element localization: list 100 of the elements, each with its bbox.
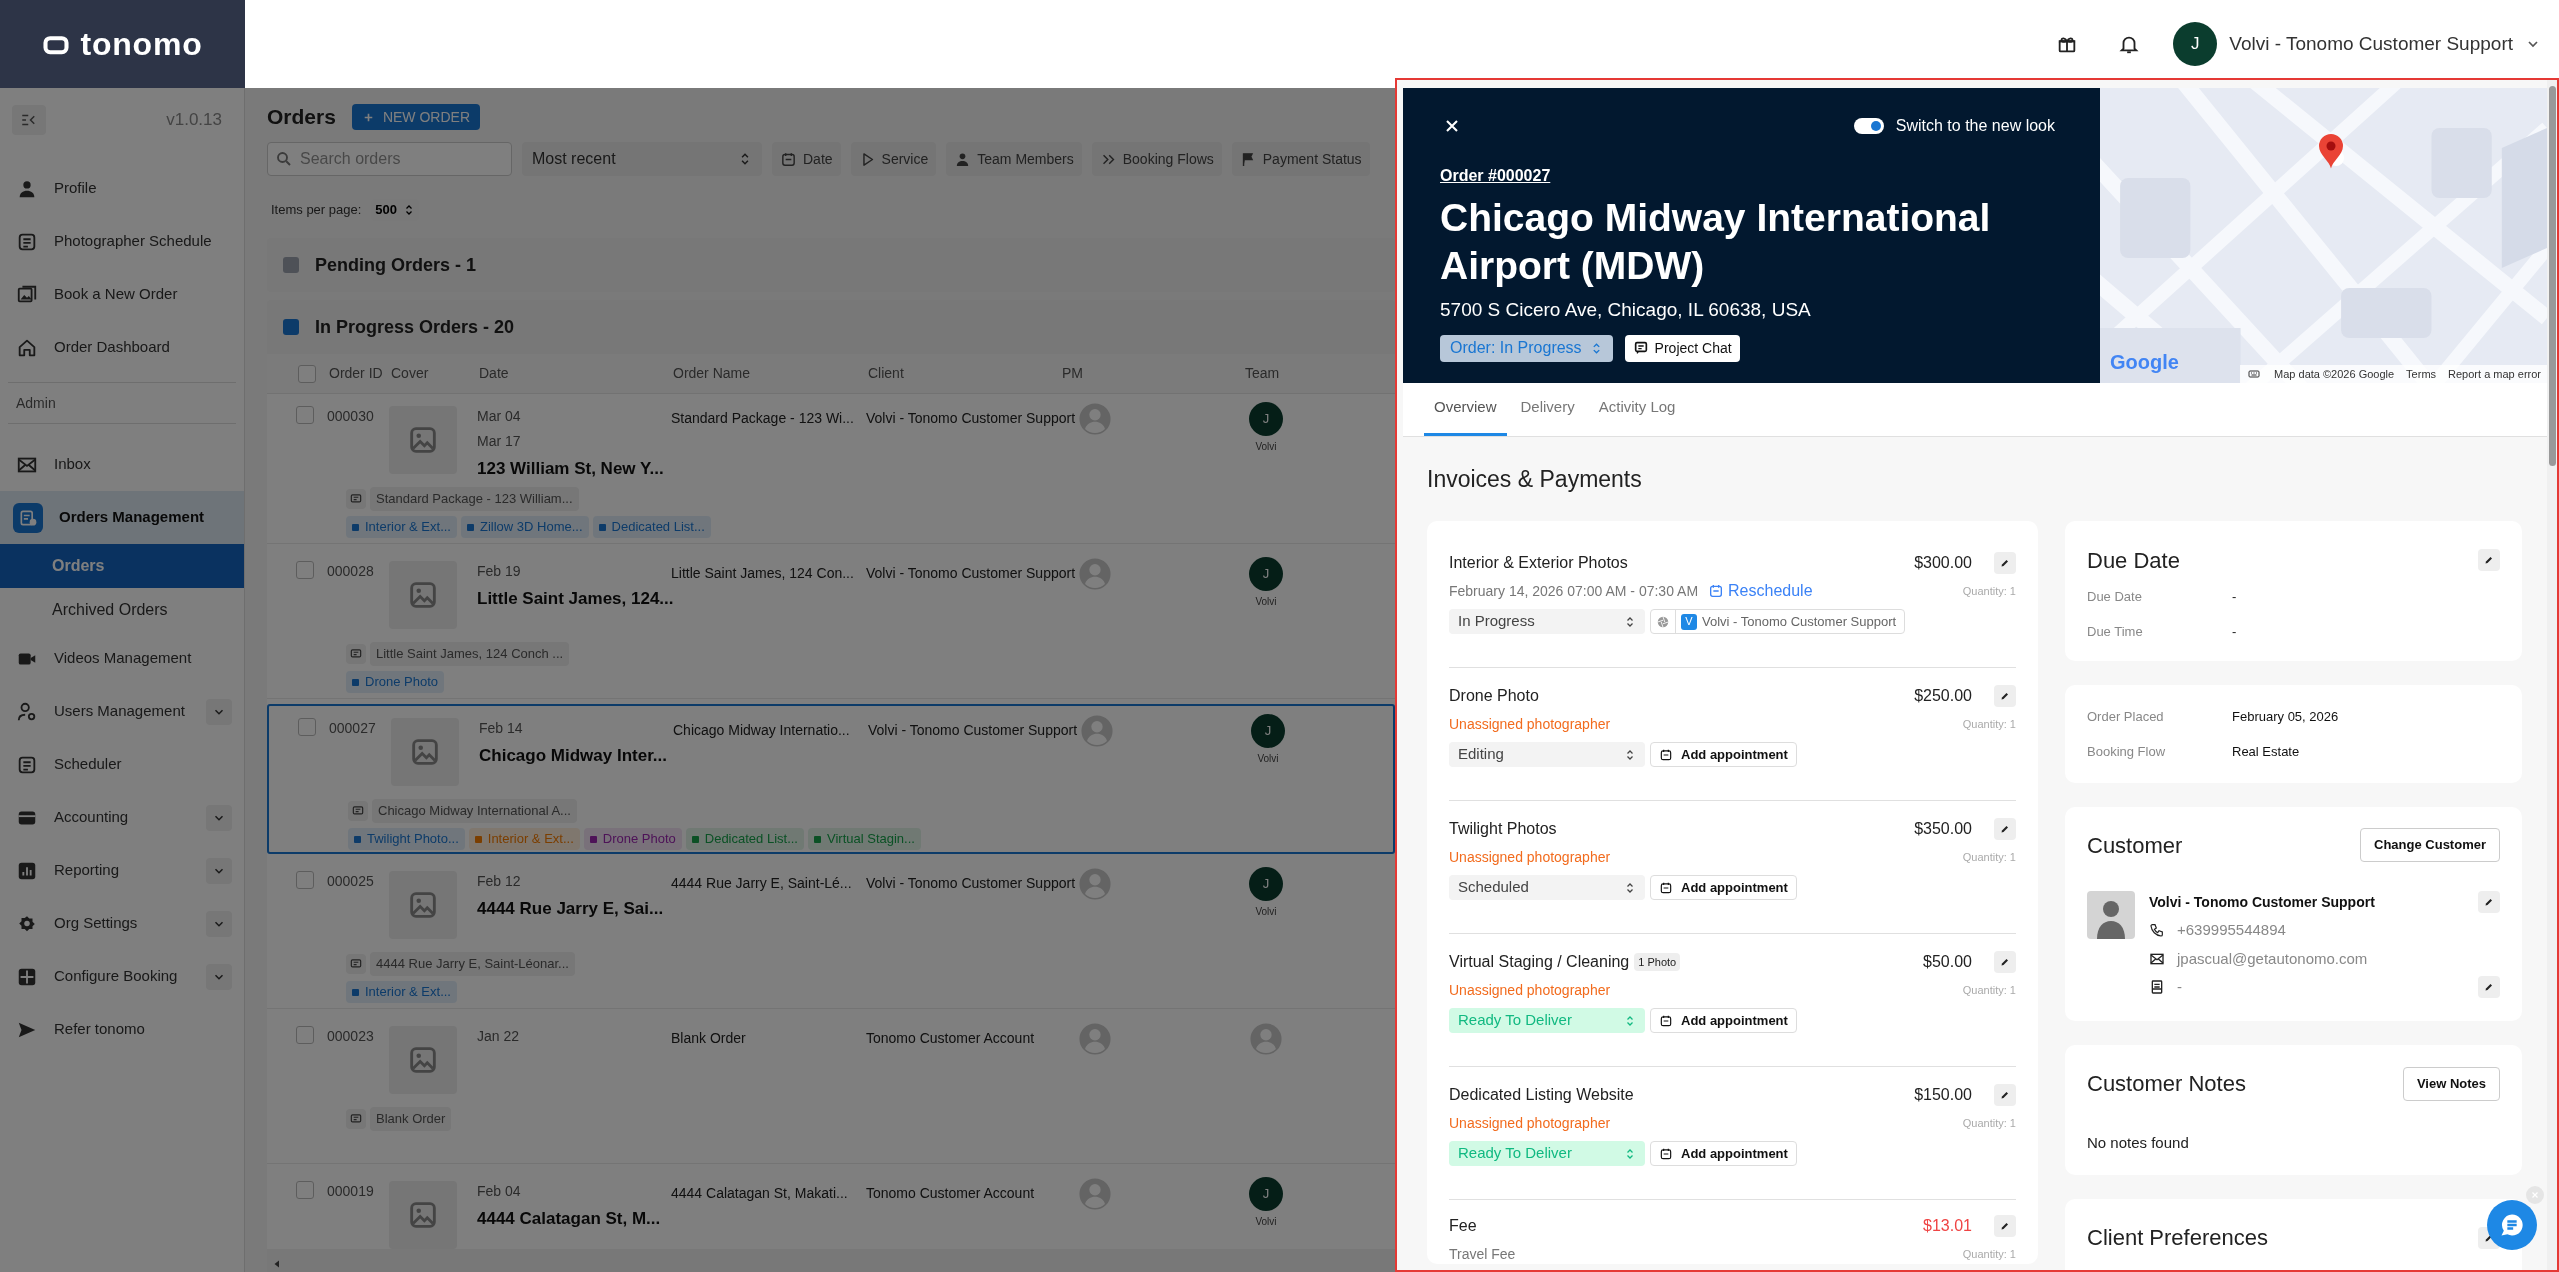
order-name: Chicago Midway Internatio... [673, 722, 850, 738]
client-name: Volvi - Tonomo Customer Support [866, 410, 1076, 426]
backdrop[interactable] [0, 88, 1395, 1272]
service-name: Dedicated Listing Website [1449, 1085, 1634, 1105]
team-avatar: J [1249, 402, 1283, 436]
edit-button[interactable] [1994, 951, 2016, 973]
toggle-switch[interactable] [1853, 118, 1884, 134]
collapse-sidebar-button[interactable] [12, 105, 46, 135]
row-checkbox[interactable] [296, 406, 314, 424]
comment-icon [351, 804, 365, 818]
sidebar-item[interactable]: Inbox [0, 438, 244, 491]
sidebar-item[interactable]: Orders Management [0, 491, 244, 544]
sidebar-item[interactable]: Accounting [0, 791, 244, 844]
new-order-button[interactable]: NEW ORDER [351, 104, 480, 130]
row-checkbox[interactable] [298, 718, 316, 736]
sidebar-item[interactable]: Configure Booking [0, 950, 244, 1003]
sidebar-subitem[interactable]: Archived Orders [0, 588, 244, 632]
pencil-icon [1999, 1089, 2011, 1101]
edit-button[interactable] [2478, 891, 2500, 913]
comment-icon [349, 1112, 363, 1126]
column-header: Order ID [329, 364, 384, 383]
sidebar-subitem[interactable]: Orders [0, 544, 244, 588]
aperture-icon [1656, 614, 1670, 629]
photographer-avatar: V [1681, 613, 1697, 630]
customer-extra: - [2177, 977, 2183, 997]
sidebar-item[interactable]: Profile [0, 162, 244, 215]
quantity: Quantity: 1 [1962, 1115, 2016, 1131]
sidebar-item[interactable]: Videos Management [0, 632, 244, 685]
row-checkbox[interactable] [296, 1181, 314, 1199]
order-date: Mar 17 [477, 432, 521, 451]
sort-select[interactable]: Most recent [522, 142, 762, 176]
change-customer-button[interactable]: Change Customer [2360, 828, 2500, 862]
field-label: Due Time [2087, 622, 2144, 641]
status-select[interactable]: Editing [1449, 742, 1645, 767]
field-label: Booking Flow [2087, 742, 2167, 761]
add-appointment-button[interactable]: Add appointment [1650, 875, 1797, 900]
filter-button[interactable]: Booking Flows [1091, 142, 1222, 176]
edit-button[interactable] [1994, 685, 2016, 707]
order-status-select[interactable]: Order: In Progress [1440, 334, 1613, 362]
status-select[interactable]: Scheduled [1449, 875, 1645, 900]
fee-type: Travel Fee [1449, 1244, 1516, 1264]
select-all-checkbox[interactable] [298, 364, 316, 383]
order-number-link[interactable]: Order #000027 [1440, 164, 1551, 188]
filter-button[interactable]: Team Members [946, 142, 1082, 176]
calendar-icon [1708, 583, 1725, 599]
filter-button[interactable]: Date [772, 142, 841, 176]
status-select[interactable]: Ready To Deliver [1449, 1008, 1645, 1033]
order-name: Blank Order [671, 1030, 746, 1046]
edit-button[interactable] [2478, 976, 2500, 999]
row-checkbox[interactable] [296, 561, 314, 579]
sidebar-item[interactable]: Org Settings [0, 897, 244, 950]
report-map-error-link[interactable]: Report a map error [2448, 365, 2541, 383]
phone-icon [2149, 922, 2165, 939]
avatar-icon [1078, 557, 1112, 591]
order-id: 000019 [327, 1182, 375, 1201]
sidebar-item[interactable]: Scheduler [0, 738, 244, 791]
order-date: Feb 04 [477, 1182, 521, 1201]
tab[interactable]: Activity Log [1588, 382, 1686, 436]
sidebar-item[interactable]: Book a New Order [0, 268, 244, 321]
service-name: Interior & Exterior Photos [1449, 553, 1628, 573]
photographer-chip[interactable]: V Volvi - Tonomo Customer Support [1650, 609, 1906, 634]
sidebar-item[interactable]: Reporting [0, 844, 244, 897]
row-checkbox[interactable] [296, 1026, 314, 1044]
terms-link[interactable]: Terms [2406, 365, 2437, 383]
sidebar-item[interactable]: Users Management [0, 685, 244, 738]
scrollbar-thumb[interactable] [2548, 86, 2556, 466]
filter-button[interactable]: Payment Status [1231, 142, 1370, 176]
add-appointment-button[interactable]: Add appointment [1650, 1141, 1797, 1166]
edit-button[interactable] [1994, 1215, 2016, 1237]
edit-button[interactable] [1994, 818, 2016, 840]
add-appointment-button[interactable]: Add appointment [1650, 742, 1797, 767]
order-address: 5700 S Cicero Ave, Chicago, IL 60638, USA [1440, 298, 1812, 322]
comment-icon [349, 647, 363, 661]
pencil-icon [1999, 1220, 2011, 1232]
edit-button[interactable] [1994, 552, 2016, 574]
sidebar-item[interactable]: Refer tonomo [0, 1003, 244, 1056]
sidebar-item[interactable]: Order Dashboard [0, 321, 244, 374]
tab[interactable]: Delivery [1510, 382, 1585, 436]
toggle-label: Switch to the new look [1895, 116, 2055, 136]
group-header[interactable]: Pending Orders - 1 [267, 238, 1395, 292]
filter-button[interactable]: Service [850, 142, 937, 176]
status-select[interactable]: In Progress [1449, 609, 1645, 634]
edit-button[interactable] [2478, 549, 2500, 571]
project-chat-button[interactable]: Project Chat [1624, 334, 1740, 362]
client-name: Tonomo Customer Account [866, 1030, 1035, 1046]
avatar-icon [2087, 891, 2135, 939]
empty-notes-message: No notes found [2087, 1133, 2189, 1151]
group-header[interactable]: In Progress Orders - 20 [267, 300, 1395, 354]
view-notes-button[interactable]: View Notes [2402, 1066, 2500, 1101]
reschedule-link[interactable]: Reschedule [1708, 579, 1813, 603]
status-select[interactable]: Ready To Deliver [1449, 1141, 1645, 1166]
user-menu[interactable]: J Volvi - Tonomo Customer Support [2173, 22, 2541, 66]
add-appointment-button[interactable]: Add appointment [1650, 1008, 1797, 1033]
row-checkbox[interactable] [296, 871, 314, 889]
service-price: $350.00 [1914, 819, 1972, 839]
team-avatar: J [1249, 557, 1283, 591]
edit-button[interactable] [1994, 1084, 2016, 1106]
column-header: Team [1245, 364, 1281, 383]
chat-icon [1632, 340, 1649, 356]
sidebar-item[interactable]: Photographer Schedule [0, 215, 244, 268]
